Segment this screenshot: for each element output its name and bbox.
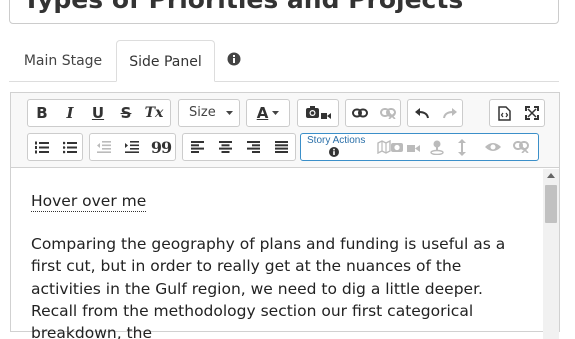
indent-group: 99 xyxy=(89,133,176,161)
blockquote-label: 99 xyxy=(150,137,172,157)
font-color-label: A xyxy=(256,104,269,122)
info-icon[interactable] xyxy=(329,147,339,157)
camera-video-icon xyxy=(306,106,331,119)
blockquote-button[interactable]: 99 xyxy=(147,134,175,160)
list-group xyxy=(27,133,83,161)
redo-icon xyxy=(443,108,457,119)
rich-text-editor: B I U S Tx Size A 99 Story Actions Hover… xyxy=(10,92,560,339)
align-center-icon xyxy=(218,141,232,153)
location-pin-icon[interactable] xyxy=(430,140,444,155)
scrollbar[interactable] xyxy=(543,169,559,339)
camera-video-button[interactable] xyxy=(298,100,338,126)
title-input[interactable]: Types of Priorities and Projects xyxy=(9,0,559,24)
unlink-button[interactable] xyxy=(374,100,402,126)
align-justify-button[interactable] xyxy=(267,134,295,160)
link-group xyxy=(345,99,401,127)
eye-icon[interactable] xyxy=(485,142,501,152)
tab-main-stage[interactable]: Main Stage xyxy=(11,40,115,82)
bullet-list-button[interactable] xyxy=(56,134,84,160)
indent-icon xyxy=(125,141,139,153)
numbered-list-button[interactable] xyxy=(28,134,56,160)
bullet-list-icon xyxy=(63,141,77,153)
align-group xyxy=(182,133,296,161)
expand-icon xyxy=(525,106,539,120)
scrollbar-thumb[interactable] xyxy=(545,185,557,223)
story-actions-group: Story Actions xyxy=(300,133,539,161)
document-code-icon xyxy=(497,105,511,121)
info-icon[interactable] xyxy=(227,51,241,66)
align-justify-icon xyxy=(274,141,288,153)
clear-format-button[interactable]: Tx xyxy=(140,100,168,126)
align-right-button[interactable] xyxy=(239,134,267,160)
history-group xyxy=(407,99,463,127)
align-center-button[interactable] xyxy=(211,134,239,160)
underline-button[interactable]: U xyxy=(84,100,112,126)
italic-label: I xyxy=(66,104,74,122)
align-left-button[interactable] xyxy=(183,134,211,160)
view-group xyxy=(489,99,545,127)
editor-toolbar: B I U S Tx Size A 99 Story Actions xyxy=(11,93,559,168)
underline-label: U xyxy=(91,104,105,122)
tab-side-panel[interactable]: Side Panel xyxy=(116,40,215,82)
redo-button[interactable] xyxy=(436,100,464,126)
unlink-icon xyxy=(380,108,396,119)
indent-button[interactable] xyxy=(118,134,146,160)
outdent-icon xyxy=(97,141,111,153)
undo-button[interactable] xyxy=(408,100,436,126)
chevron-down-icon xyxy=(226,111,233,115)
link-icon xyxy=(352,108,368,118)
tab-bar: Main Stage Side Panel xyxy=(9,40,559,82)
bold-label: B xyxy=(36,104,48,122)
font-size-select[interactable]: Size xyxy=(178,99,240,127)
map-icon[interactable] xyxy=(377,140,391,154)
align-right-icon xyxy=(246,141,260,153)
media-group xyxy=(297,99,339,127)
source-button[interactable] xyxy=(490,100,518,126)
vertical-resize-icon[interactable] xyxy=(458,139,466,156)
link-button[interactable] xyxy=(346,100,374,126)
clear-format-label: Tx xyxy=(144,105,164,121)
chevron-down-icon xyxy=(272,110,280,115)
align-left-icon xyxy=(190,141,204,153)
italic-button[interactable]: I xyxy=(56,100,84,126)
font-size-label: Size xyxy=(189,105,216,120)
hover-tooltip-trigger[interactable]: Hover over me xyxy=(31,192,147,212)
outdent-button[interactable] xyxy=(90,134,118,160)
undo-icon xyxy=(415,108,429,119)
scroll-up-arrow-icon[interactable] xyxy=(547,173,555,178)
font-color-button[interactable]: A xyxy=(247,100,289,126)
format-group: B I U S Tx xyxy=(27,99,171,127)
unlink-icon[interactable] xyxy=(513,141,529,153)
bold-button[interactable]: B xyxy=(28,100,56,126)
body-paragraph: Comparing the geography of plans and fun… xyxy=(31,235,506,339)
editor-content[interactable]: Hover over me Comparing the geography of… xyxy=(11,169,542,339)
camera-video-icon[interactable] xyxy=(391,140,421,154)
font-color-group[interactable]: A xyxy=(246,99,290,127)
fullscreen-button[interactable] xyxy=(518,100,546,126)
strike-label: S xyxy=(120,104,132,122)
story-actions-label: Story Actions xyxy=(307,135,366,146)
numbered-list-icon xyxy=(35,141,49,153)
strikethrough-button[interactable]: S xyxy=(112,100,140,126)
